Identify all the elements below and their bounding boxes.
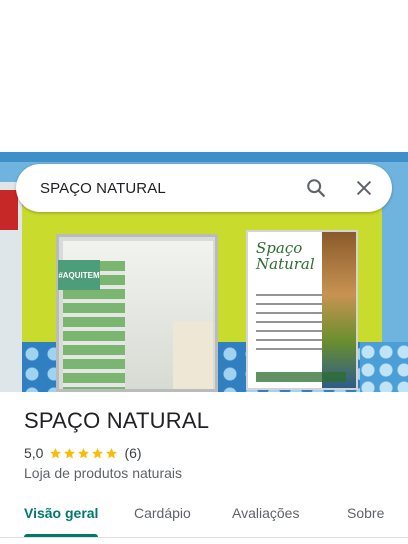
tab-bar: Visão geral Cardápio Avaliações Sobre	[0, 494, 408, 538]
door-sign: #AQUITEM	[58, 260, 100, 290]
tab-overview[interactable]: Visão geral	[24, 505, 98, 521]
tab-reviews[interactable]: Avaliações	[232, 505, 299, 521]
search-icon	[307, 179, 325, 197]
search-input[interactable]: SPAÇO NATURAL	[16, 180, 294, 197]
place-category[interactable]: Loja de produtos naturais	[24, 465, 182, 481]
rating-stars	[49, 447, 118, 460]
active-tab-indicator	[24, 534, 98, 537]
review-count[interactable]: (6)	[124, 445, 141, 461]
rating-row[interactable]: 5,0 (6)	[24, 444, 142, 462]
place-page: #AQUITEM Spaço Natural SPAÇO NATURAL SPA…	[0, 0, 408, 544]
star-icon	[78, 447, 90, 458]
search-button[interactable]	[294, 166, 338, 210]
tab-menu[interactable]: Cardápio	[134, 505, 191, 521]
place-title: SPAÇO NATURAL	[24, 408, 210, 433]
star-icon	[92, 447, 104, 458]
rating-score: 5,0	[24, 445, 44, 461]
tab-about[interactable]: Sobre	[347, 505, 384, 521]
star-icon	[50, 447, 62, 458]
store-sign: Spaço Natural	[246, 230, 358, 390]
clear-search-button[interactable]	[342, 166, 386, 210]
close-icon	[357, 181, 371, 195]
store-door	[56, 234, 218, 392]
search-bar[interactable]: SPAÇO NATURAL	[16, 164, 392, 212]
sign-brand: Spaço Natural	[256, 239, 315, 273]
star-icon	[64, 447, 76, 458]
star-icon	[106, 447, 118, 458]
